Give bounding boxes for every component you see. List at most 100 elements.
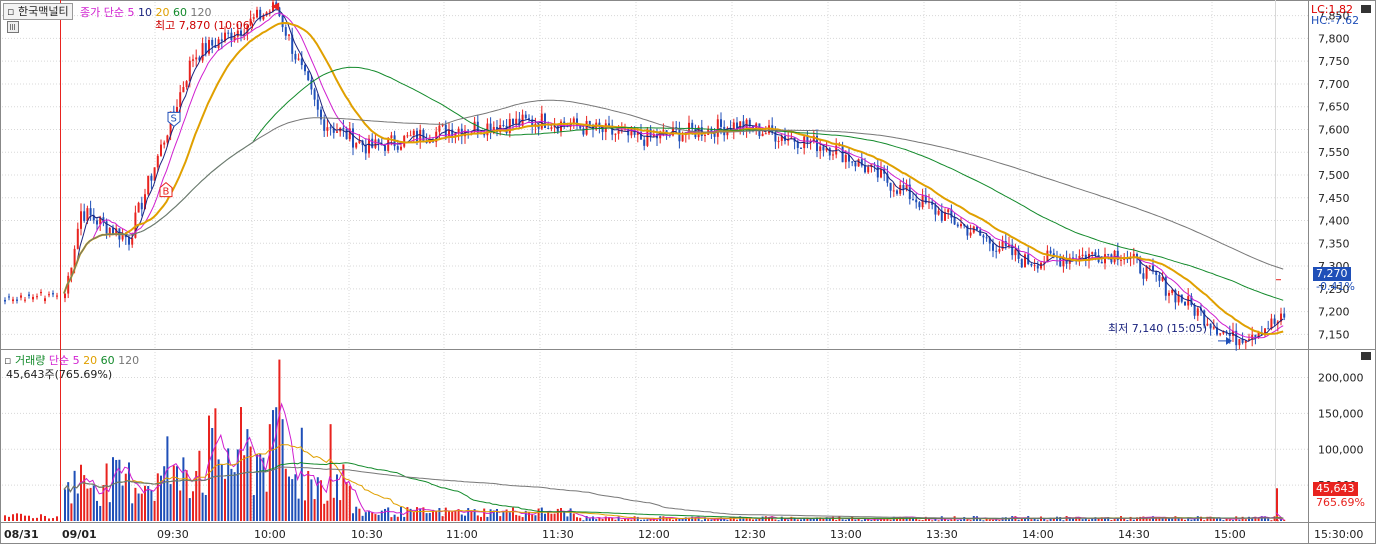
candle — [1219, 333, 1222, 335]
candle — [12, 299, 14, 302]
volume-bar — [4, 515, 6, 521]
candle — [323, 119, 326, 131]
low-marker-arrow — [1226, 336, 1232, 345]
candle — [918, 202, 921, 208]
volume-bar — [188, 498, 191, 521]
volume-bar — [275, 407, 278, 521]
volume-bar — [1008, 519, 1010, 521]
price-tick-label: 7,550 — [1318, 146, 1350, 159]
candle — [828, 148, 831, 156]
volume-bar — [454, 510, 457, 521]
candle — [864, 165, 866, 173]
stock-chart[interactable]: 7,8507,8007,7507,7007,6507,6007,5507,500… — [0, 0, 1376, 544]
candle — [998, 249, 1001, 252]
volume-bar — [588, 518, 591, 521]
candle — [220, 39, 223, 42]
candle — [544, 113, 546, 128]
candle — [691, 122, 694, 129]
candle — [89, 208, 92, 216]
volume-bar — [748, 518, 751, 521]
volume-bar — [329, 424, 332, 521]
volume-bar — [86, 488, 89, 521]
grid-icon[interactable] — [7, 21, 19, 33]
volume-bar — [179, 490, 182, 521]
volume-bar — [726, 519, 729, 521]
ma10-label: 10 — [137, 6, 152, 19]
volume-bar — [870, 520, 873, 522]
volume-bar — [332, 497, 335, 521]
volume-bar — [233, 472, 236, 521]
volume-bar — [153, 500, 156, 521]
volume-tick-label: 150,000 — [1318, 407, 1364, 420]
volume-bar — [358, 508, 361, 521]
candle — [777, 140, 780, 142]
volume-bar — [24, 515, 26, 521]
volume-bar — [521, 517, 524, 521]
volume-bar — [1088, 519, 1090, 521]
volume-bar — [435, 510, 438, 521]
candle — [1094, 252, 1097, 255]
volume-bar — [556, 508, 559, 521]
stock-name-button[interactable]: ▫ 한국맥널티 — [3, 3, 73, 20]
volume-bar — [272, 410, 274, 521]
volume-bar — [787, 519, 790, 521]
volume-bar — [364, 512, 367, 521]
volume-bar — [412, 512, 415, 521]
candle — [1132, 253, 1135, 257]
volume-bar — [240, 407, 242, 521]
candle — [956, 224, 959, 227]
candle — [1036, 265, 1039, 269]
volume-bar — [224, 478, 226, 521]
volume-bar — [483, 508, 486, 521]
volume-bar — [64, 489, 66, 521]
candle — [336, 131, 338, 133]
volume-bar — [451, 511, 454, 521]
candle — [409, 135, 412, 137]
volume-bar — [918, 519, 921, 521]
volume-bar — [515, 514, 518, 521]
current-price-tag: 7,270 — [1313, 267, 1351, 281]
volume-bar — [947, 519, 950, 521]
candle — [256, 9, 258, 18]
candle — [304, 65, 306, 72]
volume-bar — [131, 503, 134, 521]
volume-bar — [83, 475, 86, 521]
candle — [947, 209, 950, 213]
volume-bar — [48, 518, 50, 521]
candle — [1168, 292, 1170, 296]
volume-bar — [592, 516, 594, 521]
volume-bar — [1244, 519, 1247, 521]
volume-bar — [560, 508, 562, 521]
candle — [915, 199, 918, 203]
volume-bar — [32, 518, 34, 521]
candle — [1030, 264, 1033, 266]
volume-bar — [531, 514, 534, 521]
volume-bar — [1270, 520, 1273, 522]
candle — [374, 139, 377, 148]
close-panel-icon[interactable] — [1361, 5, 1371, 13]
volume-bar — [774, 519, 777, 521]
volume-bar — [480, 516, 482, 521]
volume-bar — [547, 512, 550, 521]
candle — [20, 295, 22, 298]
candle — [1081, 254, 1084, 256]
candle — [24, 299, 26, 301]
volume-bar — [112, 457, 114, 521]
volume-bar — [441, 516, 444, 521]
volume-bar — [537, 508, 540, 521]
candle — [108, 227, 111, 234]
volume-bar — [672, 519, 674, 521]
candle — [985, 237, 988, 239]
volume-bar — [1232, 520, 1234, 522]
candle — [1184, 301, 1186, 306]
candle — [851, 161, 854, 163]
candle — [16, 299, 18, 301]
candle — [960, 224, 962, 227]
close-volume-panel-icon[interactable] — [1361, 352, 1371, 360]
volume-bar — [944, 519, 946, 521]
candle — [390, 135, 393, 138]
volume-bar — [291, 479, 294, 521]
candle — [182, 87, 185, 93]
candle — [419, 130, 422, 142]
volume-bar — [396, 516, 399, 521]
